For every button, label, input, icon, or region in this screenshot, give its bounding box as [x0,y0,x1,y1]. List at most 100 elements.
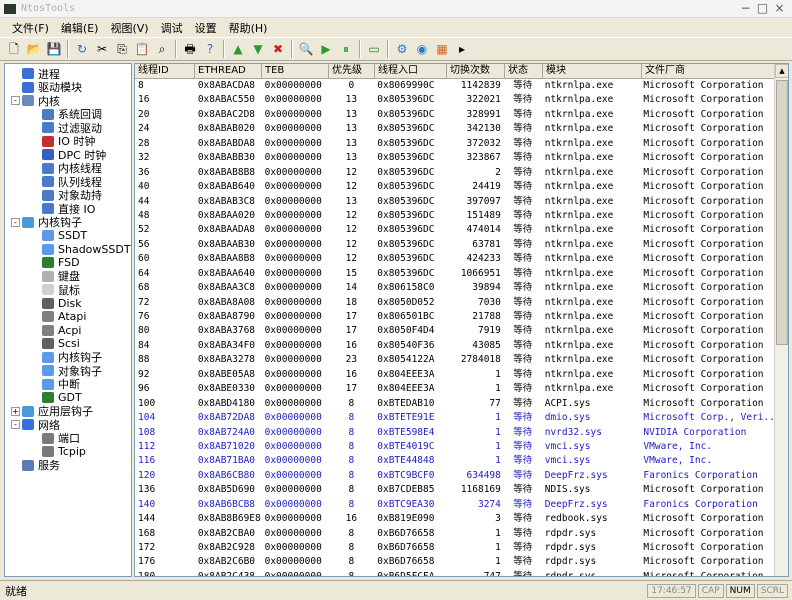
color-icon[interactable]: ▦ [433,40,451,58]
menu-item-1[interactable]: 编辑(E) [55,20,105,36]
table-row[interactable]: 136 0x8AB5D690 0x00000000 8 0xB7CDEB85 116816… [135,483,775,497]
table-row[interactable]: 64 0x8ABAA640 0x00000000 15 0x805396DC 106695… [135,267,775,281]
column-header[interactable]: 优先级 [329,64,375,79]
column-header[interactable]: 切换次数 [447,64,505,79]
expand-icon[interactable]: + [11,406,20,416]
table-row[interactable]: 120 0x8AB6CB80 0x00000000 8 0xBTC9BCF0 634498… [135,469,775,483]
open-icon[interactable]: 📂 [25,40,43,58]
help-icon[interactable]: ? [201,40,219,58]
collapse-icon[interactable]: - [11,217,20,227]
table-row[interactable]: 16 0x8ABAC550 0x00000000 13 0x805396DC 322021… [135,93,775,107]
table-row[interactable]: 52 0x8ABAADA8 0x00000000 12 0x805396DC 474014… [135,223,775,237]
table-row[interactable]: 112 0x8AB71020 0x00000000 8 0xBTE4019C 1 等待 vmc… [135,440,775,454]
column-header[interactable]: 模块 [543,64,642,79]
up-icon[interactable]: ▲ [229,40,247,58]
save-icon[interactable]: 💾 [45,40,63,58]
tree-item[interactable]: 中断 [42,378,80,391]
table-row[interactable]: 44 0x8ABAB3C8 0x00000000 13 0x805396DC 397097… [135,195,775,209]
table-row[interactable]: 140 0x8AB6BCB8 0x00000000 8 0xBTC9EA30 3274 等待… [135,498,775,512]
column-header[interactable]: 线程ID [135,64,195,79]
table-row[interactable]: 168 0x8AB2CBA0 0x00000000 8 0xB6D76658 1 等待 rdp… [135,527,775,541]
tree-item[interactable]: - 网络 [11,418,60,432]
table-row[interactable]: 36 0x8ABAB8B8 0x00000000 12 0x805396DC 2 等待 ntk… [135,166,775,180]
table-row[interactable]: 24 0x8ABAB020 0x00000000 13 0x805396DC 342130… [135,122,775,136]
table-row[interactable]: 28 0x8ABABDA8 0x00000000 13 0x805396DC 372032… [135,137,775,151]
table-row[interactable]: 80 0x8ABA3768 0x00000000 17 0x8050F4D4 7919 等待… [135,324,775,338]
find-icon[interactable]: ⌕ [153,40,171,58]
table-row[interactable]: 172 0x8AB2C928 0x00000000 8 0xB6D76658 1 等待 rdp… [135,541,775,555]
navigation-tree[interactable]: 进程 驱动模块 - 内核 系统回调 过滤驱动 IO 时钟 DPC 时钟 内核线程 队列线程 对象劫持… [4,63,132,577]
tree-item[interactable]: - 内核 [11,94,60,108]
new-icon[interactable]: 🗋 [5,40,23,58]
thread-list[interactable]: 线程ID ETHREAD TEB 优先级 线程入口 切换次数 状态 模块 文件厂商 8 0x8AB… [134,63,789,577]
table-row[interactable]: 48 0x8ABAA020 0x00000000 12 0x805396DC 151489… [135,209,775,223]
scroll-up-icon[interactable]: ▲ [775,64,788,78]
vertical-scrollbar[interactable]: ▲ [774,64,788,576]
pause-icon[interactable]: ⏸ [337,40,355,58]
table-row[interactable]: 68 0x8ABAA3C8 0x00000000 14 0x806158C0 39894 等… [135,281,775,295]
menu-item-5[interactable]: 帮助(H) [223,20,274,36]
column-header[interactable]: TEB [262,64,329,79]
table-row[interactable]: 92 0x8ABE05A8 0x00000000 16 0x804EEE3A 1 等待 ntk… [135,368,775,382]
search-icon[interactable]: 🔍 [297,40,315,58]
menu-item-4[interactable]: 设置 [189,20,223,36]
table-row[interactable]: 116 0x8AB71BA0 0x00000000 8 0xBTE44848 1 等待 vmc… [135,454,775,468]
column-header[interactable]: 线程入口 [375,64,447,79]
table-cell: 24419 [472,181,501,193]
table-row[interactable]: 40 0x8ABAB640 0x00000000 12 0x805396DC 24419 等… [135,180,775,194]
refresh-icon[interactable]: ↻ [73,40,91,58]
table-cell: 8 [348,498,355,510]
tree-item[interactable]: - 内核钩子 [11,216,82,229]
table-cell: 372032 [466,137,501,149]
close-button[interactable]: × [771,1,788,16]
more-icon[interactable]: ▸ [453,40,471,58]
collapse-icon[interactable]: - [11,96,20,105]
play-icon[interactable]: ▶ [317,40,335,58]
tree-item[interactable]: 服务 [22,459,60,472]
maximize-button[interactable]: □ [754,1,771,16]
table-row[interactable]: 176 0x8AB2C6B0 0x00000000 8 0xB6D76658 1 等待 rdp… [135,555,775,569]
tree-item[interactable]: 鼠标 [42,283,80,297]
down-icon[interactable]: ▼ [249,40,267,58]
table-row[interactable]: 72 0x8ABA8A08 0x00000000 18 0x8050D052 7030 等待… [135,296,775,310]
menu-item-0[interactable]: 文件(F) [6,20,55,36]
column-header[interactable]: 状态 [505,64,543,79]
table-row[interactable]: 180 0x8AB2C438 0x00000000 8 0xB6D5FCFA 747 等待 r… [135,570,775,576]
table-row[interactable]: 60 0x8ABAA8B8 0x00000000 12 0x805396DC 424233… [135,252,775,266]
close-icon[interactable]: ✖ [269,40,287,58]
table-row[interactable]: 104 0x8AB72DA8 0x00000000 8 0xBTETE91E 1 等待 dmi… [135,411,775,425]
table-row[interactable]: 144 0x8AB8B69E8 0x00000000 16 0xB819E090 3 等待 r… [135,512,775,526]
table-row[interactable]: 32 0x8ABABB30 0x00000000 13 0x805396DC 323867… [135,151,775,165]
table-row[interactable]: 100 0x8ABD4180 0x00000000 8 0xBTEDAB10 77 等待 AC… [135,397,775,411]
minimize-button[interactable]: − [737,1,754,16]
tree-item[interactable]: Disk [42,297,82,310]
gear-icon[interactable]: ⚙ [393,40,411,58]
scroll-thumb[interactable] [776,80,788,345]
tree-item[interactable]: SSDT [42,229,87,242]
paste-icon[interactable]: 📋 [133,40,151,58]
table-row[interactable]: 88 0x8ABA3278 0x00000000 23 0x8054122A 278401… [135,353,775,367]
table-row[interactable]: 96 0x8ABE0330 0x00000000 17 0x804EEE3A 1 等待 ntk… [135,382,775,396]
globe-icon[interactable]: ◉ [413,40,431,58]
column-header[interactable]: ETHREAD [195,64,262,79]
collapse-icon[interactable]: - [11,420,20,429]
table-row[interactable]: 108 0x8AB724A0 0x00000000 8 0xBTE598E4 1 等待 nvr… [135,426,775,440]
table-row[interactable]: 8 0x8ABACDA8 0x00000000 0 0x8069990C 1142839 等… [135,79,775,93]
table-row[interactable]: 56 0x8ABAAB30 0x00000000 12 0x805396DC 63781 等… [135,238,775,252]
tree-item[interactable]: Acpi [42,324,81,337]
window-icon[interactable]: ▭ [365,40,383,58]
cut-icon[interactable]: ✂ [93,40,111,58]
table-cell: 等待 [513,455,533,467]
table-cell: 96 [138,383,150,395]
table-row[interactable]: 20 0x8ABAC2D8 0x00000000 13 0x805396DC 328991… [135,108,775,122]
tree-item[interactable]: Atapi [42,310,86,323]
tree-item[interactable]: 端口 [42,432,80,445]
tree-item[interactable]: ShadowSSDT [42,243,131,256]
column-header[interactable]: 文件厂商 [642,64,777,79]
menu-item-3[interactable]: 调试 [155,20,189,36]
copy-icon[interactable]: ⎘ [113,40,131,58]
table-row[interactable]: 76 0x8ABA8790 0x00000000 17 0x806501BC 21788 等… [135,310,775,324]
menu-item-2[interactable]: 视图(V) [104,20,154,36]
print-icon[interactable]: 🖶 [181,40,199,58]
table-row[interactable]: 84 0x8ABA34F0 0x00000000 16 0x80540F36 43085 等… [135,339,775,353]
